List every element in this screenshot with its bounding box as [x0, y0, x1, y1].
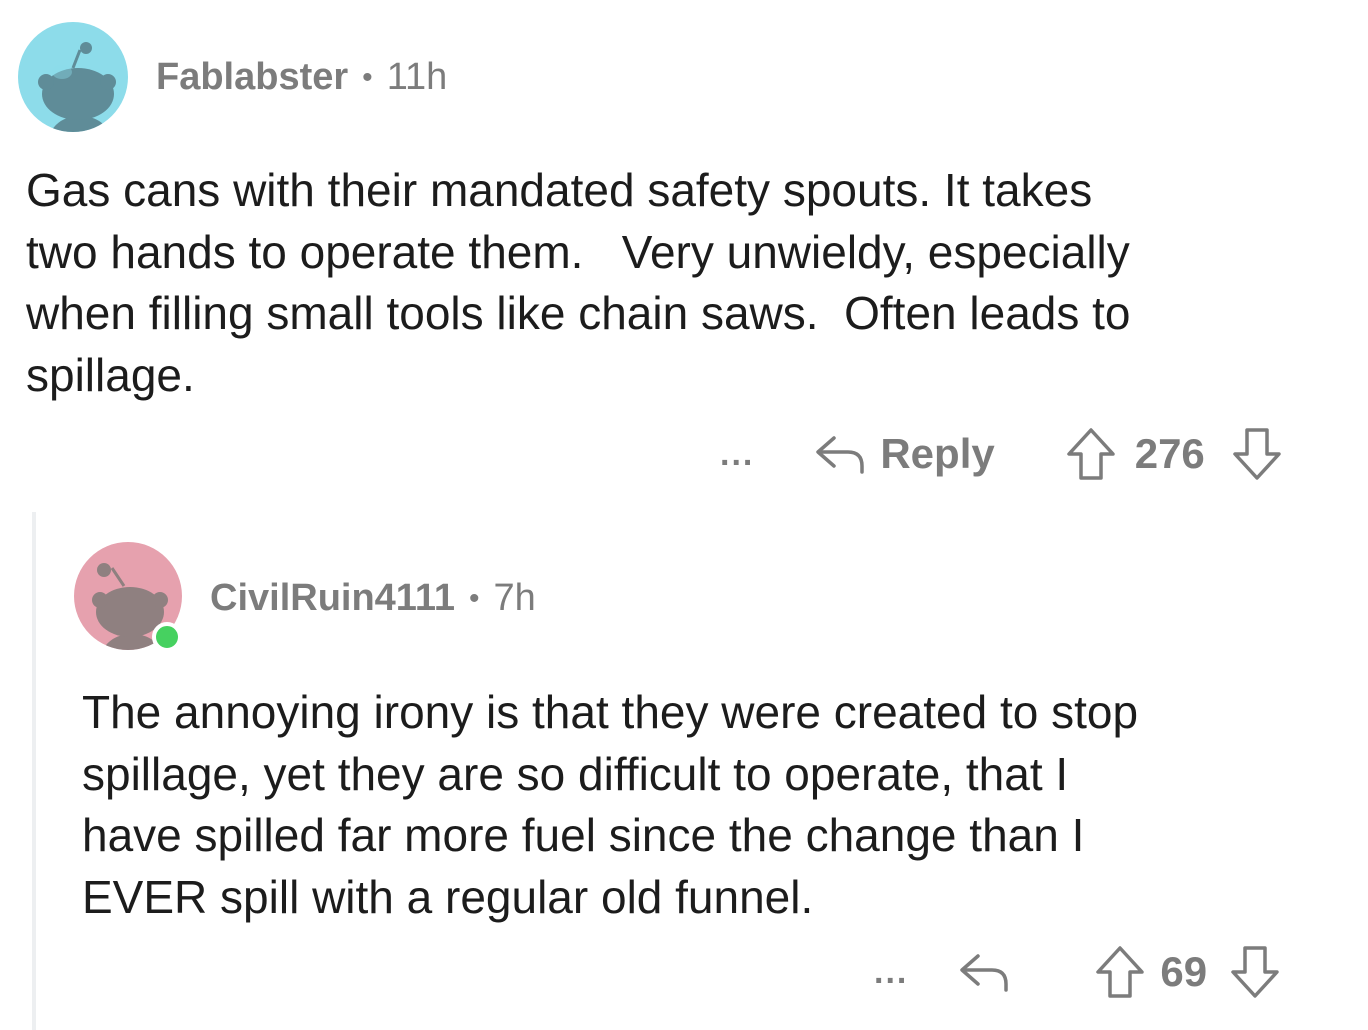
comment-line: The annoying irony is that they were cre… — [82, 686, 1139, 738]
timestamp[interactable]: 7h — [494, 577, 536, 620]
meta-separator: • — [362, 60, 373, 94]
reply-button[interactable]: Reply — [814, 430, 995, 478]
comment-line: spillage. — [26, 348, 195, 401]
reply-arrow-icon — [960, 954, 1009, 992]
upvote-arrow-icon[interactable] — [1065, 426, 1117, 482]
comment-actions: ... 69 — [874, 942, 1281, 1002]
comment-line: Gas cans with their mandated safety spou… — [26, 164, 1093, 216]
vote-count: 276 — [1134, 430, 1205, 477]
reply-arrow-icon — [816, 436, 865, 474]
downvote-arrow-icon[interactable] — [1229, 944, 1281, 1000]
avatar[interactable] — [18, 22, 128, 132]
username[interactable]: CivilRuin4111 — [210, 577, 455, 620]
comment-line: spillage, yet they are so difficult to o… — [82, 747, 1069, 800]
comment-line: have spilled far more fuel since the cha… — [82, 809, 1085, 861]
vote-controls: 276 — [1065, 426, 1283, 482]
more-options-button[interactable]: ... — [874, 953, 908, 992]
comment-body: The annoying irony is that they were cre… — [82, 682, 1138, 928]
timestamp[interactable]: 11h — [387, 56, 448, 99]
username[interactable]: Fablabster — [156, 56, 348, 99]
reply-button[interactable] — [958, 950, 1024, 994]
avatar-snoo-icon — [18, 22, 128, 132]
meta-separator: • — [469, 581, 480, 615]
thread-line[interactable] — [32, 512, 36, 1030]
upvote-arrow-icon[interactable] — [1094, 944, 1146, 1000]
vote-count: 69 — [1160, 948, 1208, 995]
downvote-arrow-icon[interactable] — [1231, 426, 1283, 482]
online-status-dot — [152, 622, 182, 652]
comment-meta: CivilRuin4111 • 7h — [210, 577, 536, 620]
reply-label: Reply — [880, 430, 995, 477]
comment-actions: ... Reply 276 — [720, 424, 1283, 484]
comment-meta: Fablabster • 11h — [156, 56, 447, 99]
comment-body: Gas cans with their mandated safety spou… — [26, 160, 1346, 406]
comment-line: two hands to operate them. Very unwieldy… — [26, 225, 1130, 278]
more-options-button[interactable]: ... — [720, 435, 754, 474]
comment-line: EVER spill with a regular old funnel. — [82, 870, 814, 923]
vote-controls: 69 — [1094, 944, 1281, 1000]
comment-line: when filling small tools like chain saws… — [26, 287, 1131, 339]
